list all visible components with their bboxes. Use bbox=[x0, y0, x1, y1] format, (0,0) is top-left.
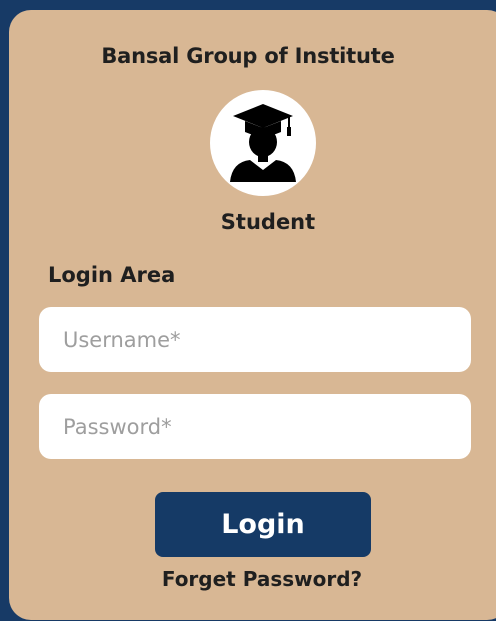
forgot-password-link[interactable]: Forget Password? bbox=[0, 567, 496, 591]
password-input[interactable] bbox=[39, 394, 471, 459]
institute-title: Bansal Group of Institute bbox=[101, 44, 395, 68]
role-label: Student bbox=[220, 210, 316, 234]
login-area-heading: Login Area bbox=[48, 263, 176, 287]
login-button[interactable]: Login bbox=[155, 492, 371, 557]
username-input[interactable] bbox=[39, 307, 471, 372]
graduate-student-icon bbox=[230, 104, 296, 182]
student-avatar bbox=[210, 90, 316, 196]
